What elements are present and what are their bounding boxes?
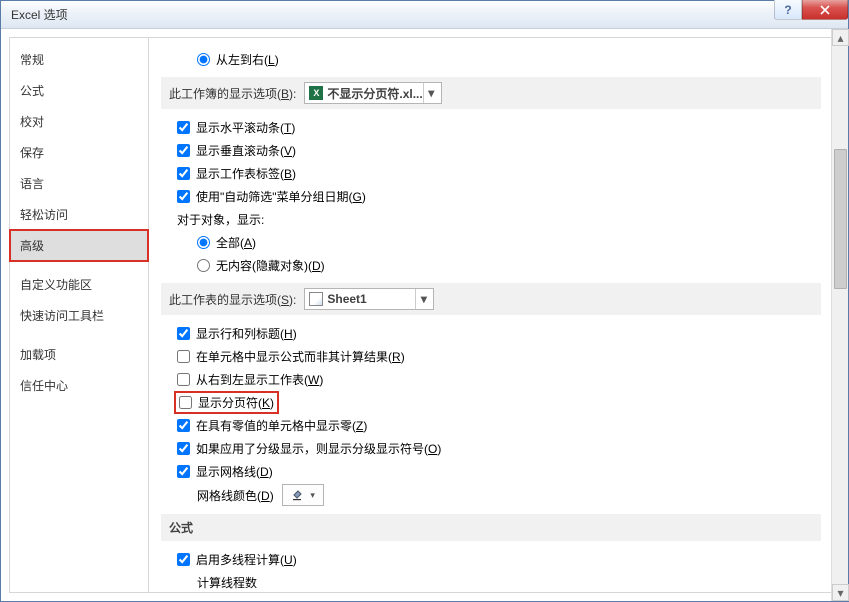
sidebar-item-general[interactable]: 常规 bbox=[10, 44, 148, 75]
btn-gridcolor[interactable]: ▾ bbox=[282, 484, 324, 506]
sidebar-item-save[interactable]: 保存 bbox=[10, 137, 148, 168]
chk-autofilter-group[interactable]: 使用"自动筛选"菜单分组日期(G) bbox=[177, 188, 366, 205]
combo-workbook[interactable]: 不显示分页符.xl... ▾ bbox=[304, 82, 441, 104]
chk-show-formulas[interactable]: 在单元格中显示公式而非其计算结果(R) bbox=[177, 348, 405, 365]
chk-gridlines[interactable]: 显示网格线(D) bbox=[177, 463, 273, 480]
sidebar-item-advanced[interactable]: 高级 bbox=[10, 230, 148, 261]
chk-rowcol-headers[interactable]: 显示行和列标题(H) bbox=[177, 325, 297, 342]
options-dialog: Excel 选项 ? 常规 公式 校对 保存 语言 轻松访问 高级 自定义功能区… bbox=[0, 0, 849, 602]
content-pane: 从左到右(L) 此工作簿的显示选项(B): 不显示分页符.xl... ▾ 显示水… bbox=[149, 37, 840, 593]
sheet-icon bbox=[309, 292, 323, 306]
sidebar-item-qat[interactable]: 快速访问工具栏 bbox=[10, 300, 148, 331]
sidebar: 常规 公式 校对 保存 语言 轻松访问 高级 自定义功能区 快速访问工具栏 加载… bbox=[9, 37, 149, 593]
highlight-pagebreak: 显示分页符(K) bbox=[177, 394, 276, 411]
chevron-down-icon: ▾ bbox=[415, 289, 431, 309]
chk-multithread[interactable]: 启用多线程计算(U) bbox=[177, 551, 297, 568]
sidebar-item-addins[interactable]: 加载项 bbox=[10, 339, 148, 370]
chk-pagebreak[interactable]: 显示分页符(K) bbox=[179, 394, 274, 411]
sidebar-item-language[interactable]: 语言 bbox=[10, 168, 148, 199]
group-sheet-display: 此工作表的显示选项(S): Sheet1 ▾ bbox=[161, 283, 821, 315]
radio-ltr-row: 从左到右(L) bbox=[197, 49, 821, 69]
chk-tabs[interactable]: 显示工作表标签(B) bbox=[177, 165, 296, 182]
window-title: Excel 选项 bbox=[11, 6, 68, 23]
radio-ltr[interactable]: 从左到右(L) bbox=[197, 51, 279, 68]
lbl-gridcolor: 网格线颜色(D) bbox=[197, 487, 274, 504]
lbl-objects: 对于对象，显示: bbox=[177, 211, 264, 228]
group-formula: 公式 bbox=[161, 514, 821, 541]
lbl-threadcount: 计算线程数 bbox=[197, 574, 257, 591]
radio-obj-all[interactable]: 全部(A) bbox=[197, 234, 256, 251]
sidebar-item-trust[interactable]: 信任中心 bbox=[10, 370, 148, 401]
chk-rtl-sheet[interactable]: 从右到左显示工作表(W) bbox=[177, 371, 323, 388]
scrollbar-thumb[interactable] bbox=[834, 149, 847, 289]
scroll-up-button[interactable]: ▴ bbox=[832, 29, 849, 46]
excel-icon bbox=[309, 86, 323, 100]
group-workbook-display: 此工作簿的显示选项(B): 不显示分页符.xl... ▾ bbox=[161, 77, 821, 109]
radio-obj-none[interactable]: 无内容(隐藏对象)(D) bbox=[197, 257, 325, 274]
sidebar-item-formula[interactable]: 公式 bbox=[10, 75, 148, 106]
scrollbar-vertical[interactable]: ▴ ▾ bbox=[831, 29, 848, 601]
chk-vscroll[interactable]: 显示垂直滚动条(V) bbox=[177, 142, 296, 159]
sidebar-item-proofing[interactable]: 校对 bbox=[10, 106, 148, 137]
combo-sheet[interactable]: Sheet1 ▾ bbox=[304, 288, 434, 310]
chk-hscroll[interactable]: 显示水平滚动条(T) bbox=[177, 119, 295, 136]
chevron-down-icon: ▾ bbox=[423, 83, 439, 103]
chk-outline-symbols[interactable]: 如果应用了分级显示，则显示分级显示符号(O) bbox=[177, 440, 441, 457]
chk-show-zeros[interactable]: 在具有零值的单元格中显示零(Z) bbox=[177, 417, 367, 434]
sidebar-item-ribbon[interactable]: 自定义功能区 bbox=[10, 269, 148, 300]
chevron-down-icon: ▾ bbox=[310, 490, 315, 501]
close-button[interactable] bbox=[802, 0, 848, 20]
help-button[interactable]: ? bbox=[774, 0, 802, 20]
titlebar: Excel 选项 ? bbox=[1, 1, 848, 29]
scroll-down-button[interactable]: ▾ bbox=[832, 584, 849, 601]
bucket-icon bbox=[291, 489, 303, 501]
sidebar-item-ease[interactable]: 轻松访问 bbox=[10, 199, 148, 230]
